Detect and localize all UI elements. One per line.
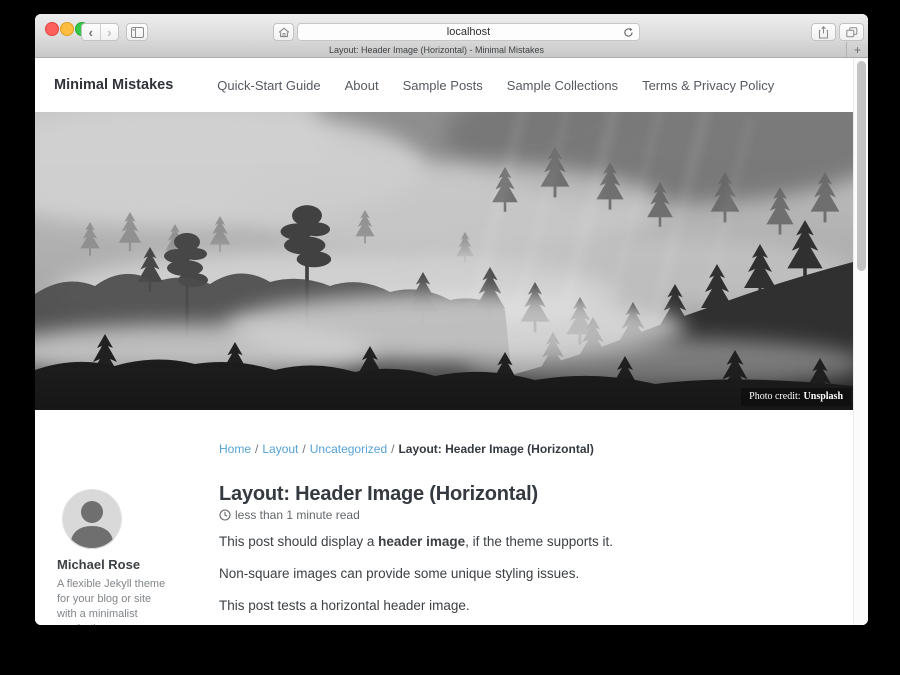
- breadcrumb-separator: /: [255, 442, 258, 456]
- article: Layout: Header Image (Horizontal) less t…: [219, 482, 837, 625]
- nav-item-about[interactable]: About: [345, 78, 379, 93]
- tab-overview-button[interactable]: [839, 23, 864, 41]
- sidebar-icon: [131, 27, 144, 38]
- header-image: Photo credit: Unsplash: [35, 112, 853, 410]
- tab-title-text: Layout: Header Image (Horizontal) - Mini…: [329, 45, 544, 55]
- clock-icon: [219, 509, 231, 521]
- author-bio: A flexible Jekyll theme for your blog or…: [57, 577, 173, 625]
- breadcrumb-separator: /: [391, 442, 394, 456]
- paragraph-text: , if the theme supports it.: [465, 534, 613, 549]
- site-title-link[interactable]: Minimal Mistakes: [54, 77, 173, 93]
- back-button[interactable]: ‹: [82, 24, 101, 40]
- page-scrollbar-thumb[interactable]: [857, 61, 866, 271]
- nav-item-terms-privacy[interactable]: Terms & Privacy Policy: [642, 78, 774, 93]
- page-content: Minimal Mistakes Quick-Start Guide About…: [35, 58, 868, 625]
- share-icon: [818, 26, 829, 39]
- author-avatar: [62, 489, 122, 549]
- breadcrumb: Home / Layout / Uncategorized / Layout: Header…: [219, 442, 594, 456]
- page-scrollbar-track[interactable]: [853, 58, 868, 625]
- site-nav: Quick-Start Guide About Sample Posts Sam…: [217, 78, 774, 93]
- minimize-window-button[interactable]: [60, 22, 74, 36]
- share-button[interactable]: [811, 23, 836, 41]
- read-time-text: less than 1 minute read: [235, 508, 360, 522]
- breadcrumb-current-page: Layout: Header Image (Horizontal): [398, 442, 593, 456]
- page-title: Layout: Header Image (Horizontal): [219, 482, 837, 506]
- nav-item-sample-posts[interactable]: Sample Posts: [403, 78, 483, 93]
- breadcrumb-home-link[interactable]: Home: [219, 442, 251, 456]
- reload-button[interactable]: [623, 27, 634, 38]
- photo-credit-badge: Photo credit: Unsplash: [741, 388, 851, 406]
- close-window-button[interactable]: [45, 22, 59, 36]
- tabs-icon: [846, 27, 858, 38]
- breadcrumb-separator: /: [302, 442, 305, 456]
- history-nav-group: ‹ ›: [81, 23, 119, 41]
- paragraph-text: This post should display a: [219, 534, 378, 549]
- photo-credit-label: Photo credit:: [749, 391, 800, 402]
- new-tab-button[interactable]: +: [846, 42, 868, 57]
- nav-item-sample-collections[interactable]: Sample Collections: [507, 78, 618, 93]
- paragraph: This post should display a header image,…: [219, 534, 837, 549]
- home-icon: [278, 27, 290, 38]
- active-tab[interactable]: Layout: Header Image (Horizontal) - Mini…: [35, 42, 838, 57]
- paragraph: This post tests a horizontal header imag…: [219, 598, 837, 613]
- paragraph: Non-square images can provide some uniqu…: [219, 566, 837, 581]
- foggy-forest-illustration: [35, 112, 853, 410]
- masthead: Minimal Mistakes Quick-Start Guide About…: [35, 58, 853, 112]
- tab-bar: Layout: Header Image (Horizontal) - Mini…: [35, 42, 868, 58]
- browser-titlebar: ‹ › localhost: [35, 14, 868, 43]
- forward-button[interactable]: ›: [101, 24, 119, 40]
- author-name: Michael Rose: [57, 557, 140, 572]
- nav-item-quick-start-guide[interactable]: Quick-Start Guide: [217, 78, 320, 93]
- paragraph-bold-text: header image: [378, 534, 465, 549]
- photo-credit-source: Unsplash: [804, 391, 843, 402]
- browser-window: ‹ › localhost: [35, 14, 868, 625]
- home-button[interactable]: [273, 23, 294, 41]
- sidebar-toggle-button[interactable]: [126, 23, 148, 41]
- address-bar[interactable]: localhost: [297, 23, 640, 41]
- url-text: localhost: [447, 26, 490, 38]
- breadcrumb-uncategorized-link[interactable]: Uncategorized: [310, 442, 387, 456]
- read-time-meta: less than 1 minute read: [219, 508, 837, 522]
- breadcrumb-layout-link[interactable]: Layout: [262, 442, 298, 456]
